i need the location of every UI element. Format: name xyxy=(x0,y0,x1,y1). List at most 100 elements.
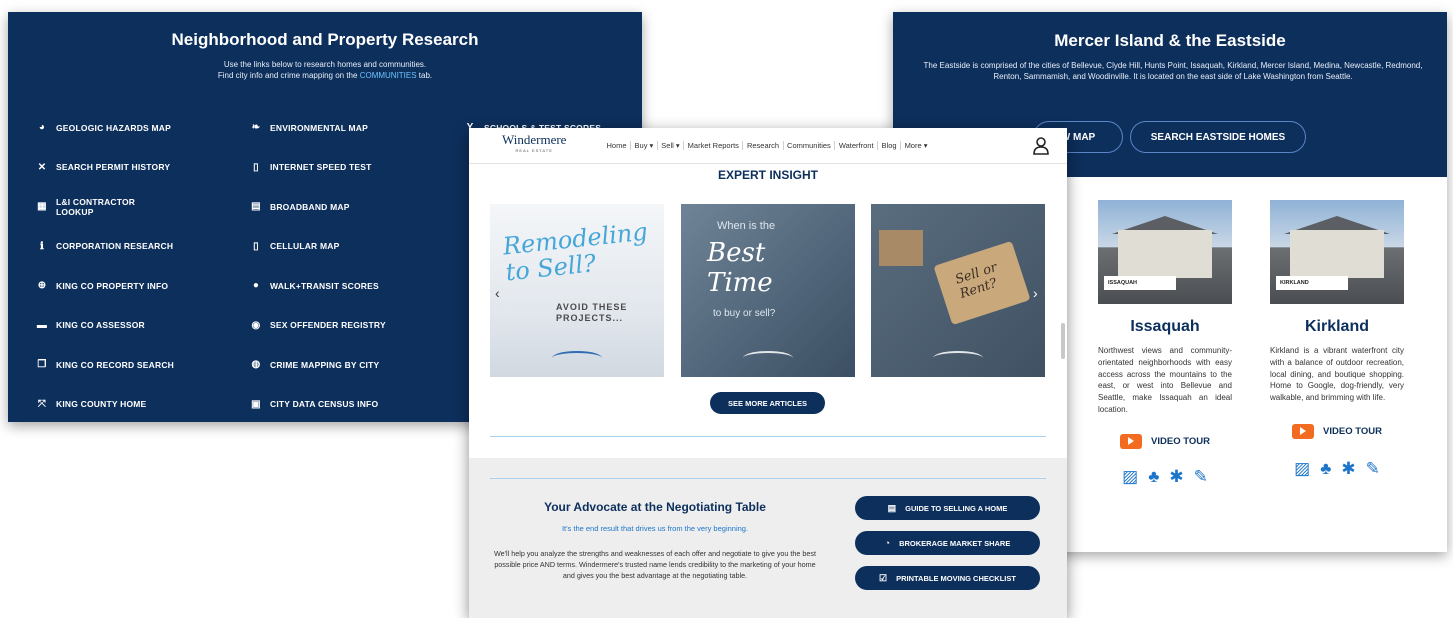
article-title: Remodeling to Sell? xyxy=(502,218,652,287)
star-icon[interactable]: ✱ xyxy=(1341,459,1355,479)
research-link-crime-mapping[interactable]: ◍ CRIME MAPPING BY CITY xyxy=(250,345,450,385)
article-card-best-time[interactable]: When is the Best Time to buy or sell? xyxy=(681,204,855,377)
city-name[interactable]: Kirkland xyxy=(1270,318,1404,336)
research-link-corporation[interactable]: ℹ CORPORATION RESEARCH xyxy=(36,227,226,267)
document-icon[interactable]: ▨ xyxy=(1122,467,1138,487)
carousel-next-icon[interactable]: › xyxy=(1033,285,1038,301)
article-line: PROJECTS... xyxy=(556,313,624,323)
research-link-cellular[interactable]: ▯ CELLULAR MAP xyxy=(250,227,450,267)
video-tour-button[interactable]: VIDEO TOUR xyxy=(1270,423,1404,439)
link-label: SEARCH PERMIT HISTORY xyxy=(56,162,171,173)
research-link-record-search[interactable]: ❐ KING CO RECORD SEARCH xyxy=(36,345,226,385)
research-column-2: ❧ ENVIRONMENTAL MAP ▯ INTERNET SPEED TEST … xyxy=(250,108,450,424)
advocate-body: We'll help you analyze the strengths and… xyxy=(494,549,816,580)
nav-item-blog[interactable]: Blog xyxy=(877,141,900,150)
research-link-census[interactable]: ▣ CITY DATA CENSUS INFO xyxy=(250,385,450,425)
tools-icon: ✕ xyxy=(37,161,47,173)
nav-item-sell[interactable]: Sell ▾ xyxy=(656,141,683,150)
link-label: ENVIRONMENTAL MAP xyxy=(270,122,369,133)
pie-icon: ◔ xyxy=(884,538,891,548)
pin-icon: ● xyxy=(252,280,260,292)
globe-icon: ◕ xyxy=(38,122,46,134)
research-link-geologic[interactable]: ◕ GEOLOGIC HAZARDS MAP xyxy=(36,108,226,148)
city-action-icons: ▨ ♣ ✱ ✎ xyxy=(1098,467,1232,487)
eastside-description: The Eastside is comprised of the cities … xyxy=(923,61,1423,81)
document-icon[interactable]: ▨ xyxy=(1294,459,1310,479)
house-body xyxy=(1118,230,1212,278)
article-subtitle: AVOID THESE PROJECTS... xyxy=(556,302,627,324)
city-card-kirkland: KIRKLAND Kirkland Kirkland is a vibrant … xyxy=(1270,200,1410,479)
research-link-contractor[interactable]: ▦ L&I CONTRACTOR LOOKUP xyxy=(36,187,226,227)
book-icon: ▤ xyxy=(887,502,897,513)
research-link-offender[interactable]: ◉ SEX OFFENDER REGISTRY xyxy=(250,306,450,346)
star-icon[interactable]: ✱ xyxy=(1169,467,1183,487)
research-column-1: ◕ GEOLOGIC HAZARDS MAP ✕ SEARCH PERMIT HIS… xyxy=(36,108,226,424)
link-label: KING CO PROPERTY INFO xyxy=(56,280,169,291)
research-title: Neighborhood and Property Research xyxy=(171,30,479,49)
broadband-icon: ▤ xyxy=(251,201,261,213)
city-tag: ISSAQUAH xyxy=(1104,276,1176,290)
youtube-icon xyxy=(1120,433,1143,449)
research-link-assessor[interactable]: ▬ KING CO ASSESSOR xyxy=(36,306,226,346)
research-link-property-info[interactable]: ⊕ KING CO PROPERTY INFO xyxy=(36,266,226,306)
research-link-broadband[interactable]: ▤ BROADBAND MAP xyxy=(250,187,450,227)
research-subtitle-line1: Use the links below to research homes an… xyxy=(223,60,427,69)
link-label: CORPORATION RESEARCH xyxy=(56,241,174,252)
windermere-mark-icon xyxy=(552,351,602,365)
link-label: INTERNET SPEED TEST xyxy=(270,162,372,173)
article-card-remodeling[interactable]: Remodeling to Sell? AVOID THESE PROJECTS..… xyxy=(490,204,664,377)
research-link-county-home[interactable]: ⤧ KING COUNTY HOME xyxy=(36,385,226,425)
communities-link[interactable]: COMMUNITIES xyxy=(360,71,417,80)
issaquah-photo[interactable]: ISSAQUAH xyxy=(1098,200,1232,304)
research-link-permit[interactable]: ✕ SEARCH PERMIT HISTORY xyxy=(36,148,226,188)
divider xyxy=(490,436,1046,437)
article-card-sell-or-rent[interactable]: Sell or Rent? xyxy=(871,204,1045,377)
video-tour-button[interactable]: VIDEO TOUR xyxy=(1098,433,1232,449)
research-link-walk-transit[interactable]: ● WALK+TRANSIT SCORES xyxy=(250,266,450,306)
nav-item-research[interactable]: Research xyxy=(742,141,782,150)
article-line: Best xyxy=(707,238,766,268)
guide-to-selling-button[interactable]: ▤ GUIDE TO SELLING A HOME xyxy=(855,496,1040,520)
windermere-logo[interactable]: Windermere REAL ESTATE xyxy=(502,132,566,153)
cellular-icon: ▯ xyxy=(253,240,259,252)
collage: Neighborhood and Property Research Use t… xyxy=(0,0,1453,618)
people-icon[interactable]: ♣ xyxy=(1148,467,1159,487)
advocate-title: Your Advocate at the Negotiating Table xyxy=(544,500,766,514)
see-more-articles-button[interactable]: SEE MORE ARTICLES xyxy=(710,392,825,414)
search-icon: ⊕ xyxy=(37,280,47,292)
house-shape xyxy=(879,230,923,266)
user-icon[interactable] xyxy=(1033,137,1049,155)
advocate-subtitle: It's the end result that drives us from … xyxy=(561,524,749,533)
city-card-issaquah: ISSAQUAH Issaquah Northwest views and co… xyxy=(1098,200,1238,487)
link-label: SEX OFFENDER REGISTRY xyxy=(270,320,386,331)
search-eastside-homes-button[interactable]: SEARCH EASTSIDE HOMES xyxy=(1130,121,1306,153)
moving-checklist-button[interactable]: ☑ PRINTABLE MOVING CHECKLIST xyxy=(855,566,1040,590)
link-label: GEOLOGIC HAZARDS MAP xyxy=(56,122,171,133)
kirkland-photo[interactable]: KIRKLAND xyxy=(1270,200,1404,304)
nav-item-market-reports[interactable]: Market Reports xyxy=(683,141,742,150)
nav-item-waterfront[interactable]: Waterfront xyxy=(834,141,877,150)
article-line: Time xyxy=(707,268,773,298)
city-name[interactable]: Issaquah xyxy=(1098,318,1232,336)
pencil-icon[interactable]: ✎ xyxy=(1194,467,1208,487)
people-icon[interactable]: ♣ xyxy=(1320,459,1331,479)
nav-menu: Home Buy ▾ Sell ▾ Market Reports Researc… xyxy=(603,141,931,150)
nav-item-more[interactable]: More ▾ xyxy=(900,141,931,150)
nav-item-home[interactable]: Home xyxy=(603,141,630,150)
button-label: BROKERAGE MARKET SHARE xyxy=(899,538,1011,548)
nav-item-buy[interactable]: Buy ▾ xyxy=(630,141,657,150)
carousel-prev-icon[interactable]: ‹ xyxy=(495,285,500,301)
research-link-environmental[interactable]: ❧ ENVIRONMENTAL MAP xyxy=(250,108,450,148)
link-label: CITY DATA CENSUS INFO xyxy=(270,399,379,410)
pencil-icon[interactable]: ✎ xyxy=(1366,459,1380,479)
scrollbar-thumb[interactable] xyxy=(1061,323,1065,359)
eye-icon: ◉ xyxy=(251,319,261,331)
windermere-mark-icon xyxy=(743,351,793,365)
research-subtitle: Use the links below to research homes an… xyxy=(8,59,642,81)
research-link-speed-test[interactable]: ▯ INTERNET SPEED TEST xyxy=(250,148,450,188)
nav-item-communities[interactable]: Communities xyxy=(782,141,835,150)
brokerage-market-share-button[interactable]: ◔ BROKERAGE MARKET SHARE xyxy=(855,531,1040,555)
research-subtitle-line2: Find city info and crime mapping on the … xyxy=(8,70,642,81)
divider xyxy=(490,478,1046,479)
city-tag: KIRKLAND xyxy=(1276,276,1348,290)
